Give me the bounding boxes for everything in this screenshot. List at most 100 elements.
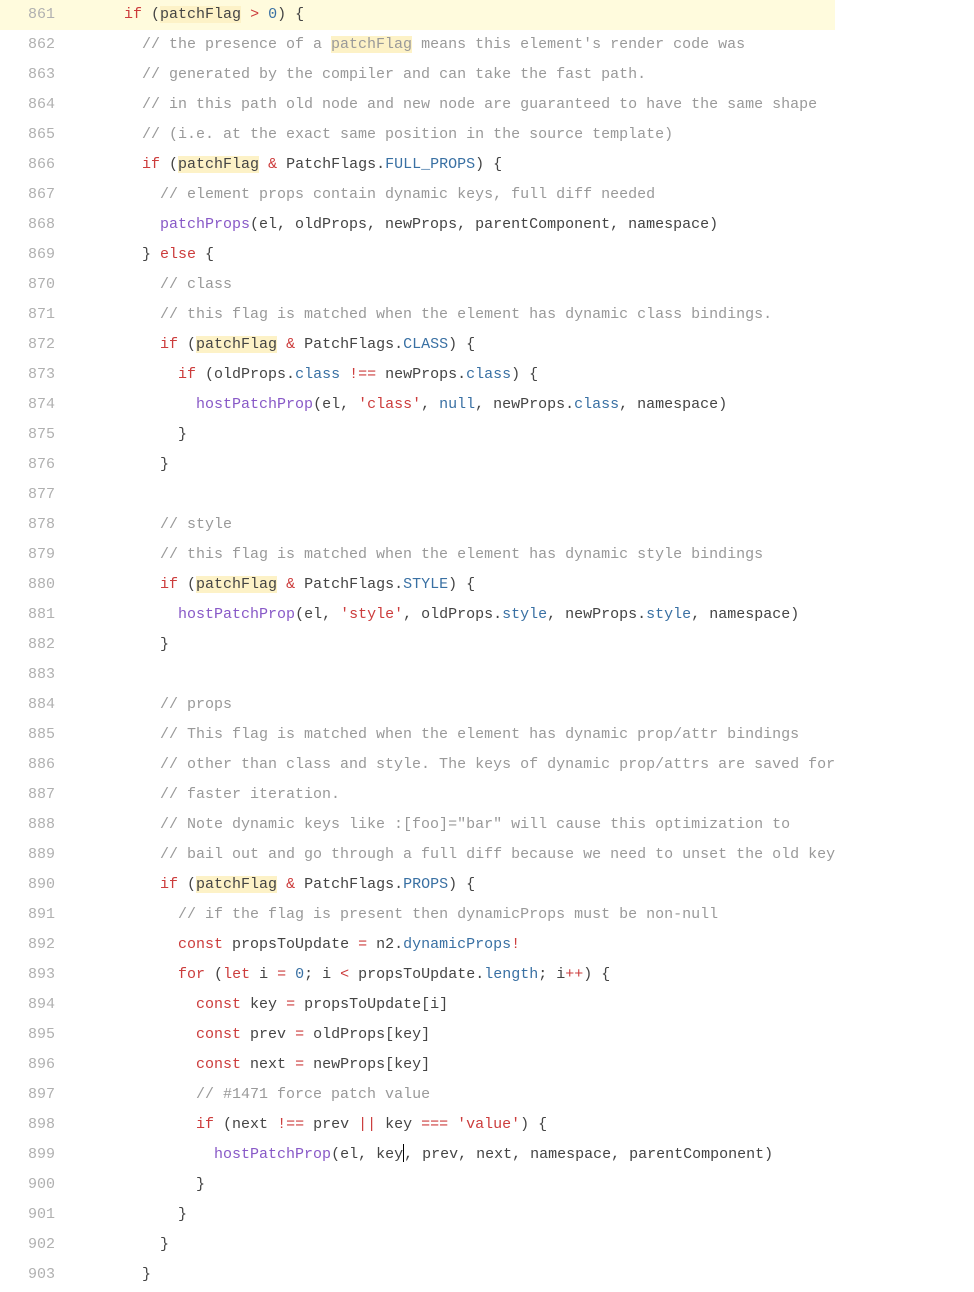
code-row[interactable]: 865 // (i.e. at the exact same position … <box>0 120 835 150</box>
code-row[interactable]: 888 // Note dynamic keys like :[foo]="ba… <box>0 810 835 840</box>
line-content[interactable]: } else { <box>70 240 835 270</box>
line-content[interactable]: } <box>70 1170 835 1200</box>
line-content[interactable]: // bail out and go through a full diff b… <box>70 840 835 870</box>
code-row[interactable]: 899 hostPatchProp(el, key, prev, next, n… <box>0 1140 835 1170</box>
code-row[interactable]: 894 const key = propsToUpdate[i] <box>0 990 835 1020</box>
line-content[interactable]: if (patchFlag & PatchFlags.FULL_PROPS) { <box>70 150 835 180</box>
code-row[interactable]: 897 // #1471 force patch value <box>0 1080 835 1110</box>
line-content[interactable]: // the presence of a patchFlag means thi… <box>70 30 835 60</box>
line-content[interactable]: const prev = oldProps[key] <box>70 1020 835 1050</box>
line-content[interactable]: // (i.e. at the exact same position in t… <box>70 120 835 150</box>
code-row[interactable]: 893 for (let i = 0; i < propsToUpdate.le… <box>0 960 835 990</box>
line-content[interactable]: // style <box>70 510 835 540</box>
code-row[interactable]: 868 patchProps(el, oldProps, newProps, p… <box>0 210 835 240</box>
token: // if the flag is present then dynamicPr… <box>178 906 718 923</box>
line-content[interactable]: } <box>70 420 835 450</box>
line-content[interactable]: } <box>70 450 835 480</box>
code-editor[interactable]: 861 if (patchFlag > 0) {862 // the prese… <box>0 0 974 1290</box>
line-content[interactable]: // this flag is matched when the element… <box>70 540 835 570</box>
code-row[interactable]: 863 // generated by the compiler and can… <box>0 60 835 90</box>
line-content[interactable]: hostPatchProp(el, 'style', oldProps.styl… <box>70 600 835 630</box>
code-row[interactable]: 890 if (patchFlag & PatchFlags.PROPS) { <box>0 870 835 900</box>
line-content[interactable]: const next = newProps[key] <box>70 1050 835 1080</box>
line-content[interactable]: // props <box>70 690 835 720</box>
line-content[interactable]: // this flag is matched when the element… <box>70 300 835 330</box>
code-row[interactable]: 861 if (patchFlag > 0) { <box>0 0 835 30</box>
line-content[interactable]: const propsToUpdate = n2.dynamicProps! <box>70 930 835 960</box>
code-row[interactable]: 902 } <box>0 1230 835 1260</box>
line-content[interactable]: // if the flag is present then dynamicPr… <box>70 900 835 930</box>
code-row[interactable]: 879 // this flag is matched when the ele… <box>0 540 835 570</box>
code-row[interactable]: 875 } <box>0 420 835 450</box>
token: === <box>421 1116 448 1133</box>
line-content[interactable]: } <box>70 630 835 660</box>
line-content[interactable] <box>70 480 835 510</box>
token: // props <box>160 696 232 713</box>
line-number: 874 <box>0 390 70 420</box>
code-row[interactable]: 876 } <box>0 450 835 480</box>
line-number: 899 <box>0 1140 70 1170</box>
line-content[interactable]: } <box>70 1260 835 1290</box>
line-content[interactable]: patchProps(el, oldProps, newProps, paren… <box>70 210 835 240</box>
code-row[interactable]: 878 // style <box>0 510 835 540</box>
line-content[interactable]: // class <box>70 270 835 300</box>
line-content[interactable]: // #1471 force patch value <box>70 1080 835 1110</box>
code-row[interactable]: 874 hostPatchProp(el, 'class', null, new… <box>0 390 835 420</box>
token: if <box>160 336 178 353</box>
line-content[interactable]: if (patchFlag & PatchFlags.STYLE) { <box>70 570 835 600</box>
code-row[interactable]: 881 hostPatchProp(el, 'style', oldProps.… <box>0 600 835 630</box>
token: , prev, next, namespace, parentComponent… <box>404 1146 773 1163</box>
line-content[interactable] <box>70 660 835 690</box>
code-row[interactable]: 891 // if the flag is present then dynam… <box>0 900 835 930</box>
code-row[interactable]: 889 // bail out and go through a full di… <box>0 840 835 870</box>
line-content[interactable]: if (oldProps.class !== newProps.class) { <box>70 360 835 390</box>
code-row[interactable]: 869 } else { <box>0 240 835 270</box>
code-row[interactable]: 866 if (patchFlag & PatchFlags.FULL_PROP… <box>0 150 835 180</box>
line-content[interactable]: } <box>70 1200 835 1230</box>
code-row[interactable]: 883 <box>0 660 835 690</box>
line-number: 894 <box>0 990 70 1020</box>
line-content[interactable]: for (let i = 0; i < propsToUpdate.length… <box>70 960 835 990</box>
code-row[interactable]: 900 } <box>0 1170 835 1200</box>
line-content[interactable]: // element props contain dynamic keys, f… <box>70 180 835 210</box>
line-content[interactable]: hostPatchProp(el, 'class', null, newProp… <box>70 390 835 420</box>
line-content[interactable]: // generated by the compiler and can tak… <box>70 60 835 90</box>
code-row[interactable]: 864 // in this path old node and new nod… <box>0 90 835 120</box>
code-row[interactable]: 887 // faster iteration. <box>0 780 835 810</box>
code-row[interactable]: 882 } <box>0 630 835 660</box>
line-content[interactable]: hostPatchProp(el, key, prev, next, names… <box>70 1140 835 1170</box>
code-row[interactable]: 892 const propsToUpdate = n2.dynamicProp… <box>0 930 835 960</box>
token: // other than class and style. The keys … <box>160 756 835 773</box>
line-number: 862 <box>0 30 70 60</box>
code-row[interactable]: 871 // this flag is matched when the ele… <box>0 300 835 330</box>
code-row[interactable]: 873 if (oldProps.class !== newProps.clas… <box>0 360 835 390</box>
code-row[interactable]: 898 if (next !== prev || key === 'value'… <box>0 1110 835 1140</box>
code-row[interactable]: 870 // class <box>0 270 835 300</box>
token: PatchFlags. <box>295 336 403 353</box>
line-content[interactable]: if (patchFlag & PatchFlags.PROPS) { <box>70 870 835 900</box>
code-row[interactable]: 903 } <box>0 1260 835 1290</box>
code-row[interactable]: 896 const next = newProps[key] <box>0 1050 835 1080</box>
line-content[interactable]: if (next !== prev || key === 'value') { <box>70 1110 835 1140</box>
code-row[interactable]: 880 if (patchFlag & PatchFlags.STYLE) { <box>0 570 835 600</box>
line-content[interactable]: // This flag is matched when the element… <box>70 720 835 750</box>
line-content[interactable]: } <box>70 1230 835 1260</box>
code-row[interactable]: 872 if (patchFlag & PatchFlags.CLASS) { <box>0 330 835 360</box>
token <box>340 366 349 383</box>
code-row[interactable]: 886 // other than class and style. The k… <box>0 750 835 780</box>
code-row[interactable]: 867 // element props contain dynamic key… <box>0 180 835 210</box>
line-content[interactable]: const key = propsToUpdate[i] <box>70 990 835 1020</box>
line-content[interactable]: if (patchFlag & PatchFlags.CLASS) { <box>70 330 835 360</box>
code-row[interactable]: 885 // This flag is matched when the ele… <box>0 720 835 750</box>
line-content[interactable]: // other than class and style. The keys … <box>70 750 835 780</box>
line-content[interactable]: // in this path old node and new node ar… <box>70 90 835 120</box>
line-content[interactable]: if (patchFlag > 0) { <box>70 0 835 30</box>
code-row[interactable]: 877 <box>0 480 835 510</box>
token: (el, oldProps, newProps, parentComponent… <box>250 216 718 233</box>
code-row[interactable]: 901 } <box>0 1200 835 1230</box>
line-content[interactable]: // Note dynamic keys like :[foo]="bar" w… <box>70 810 835 840</box>
code-row[interactable]: 884 // props <box>0 690 835 720</box>
line-content[interactable]: // faster iteration. <box>70 780 835 810</box>
code-row[interactable]: 895 const prev = oldProps[key] <box>0 1020 835 1050</box>
code-row[interactable]: 862 // the presence of a patchFlag means… <box>0 30 835 60</box>
